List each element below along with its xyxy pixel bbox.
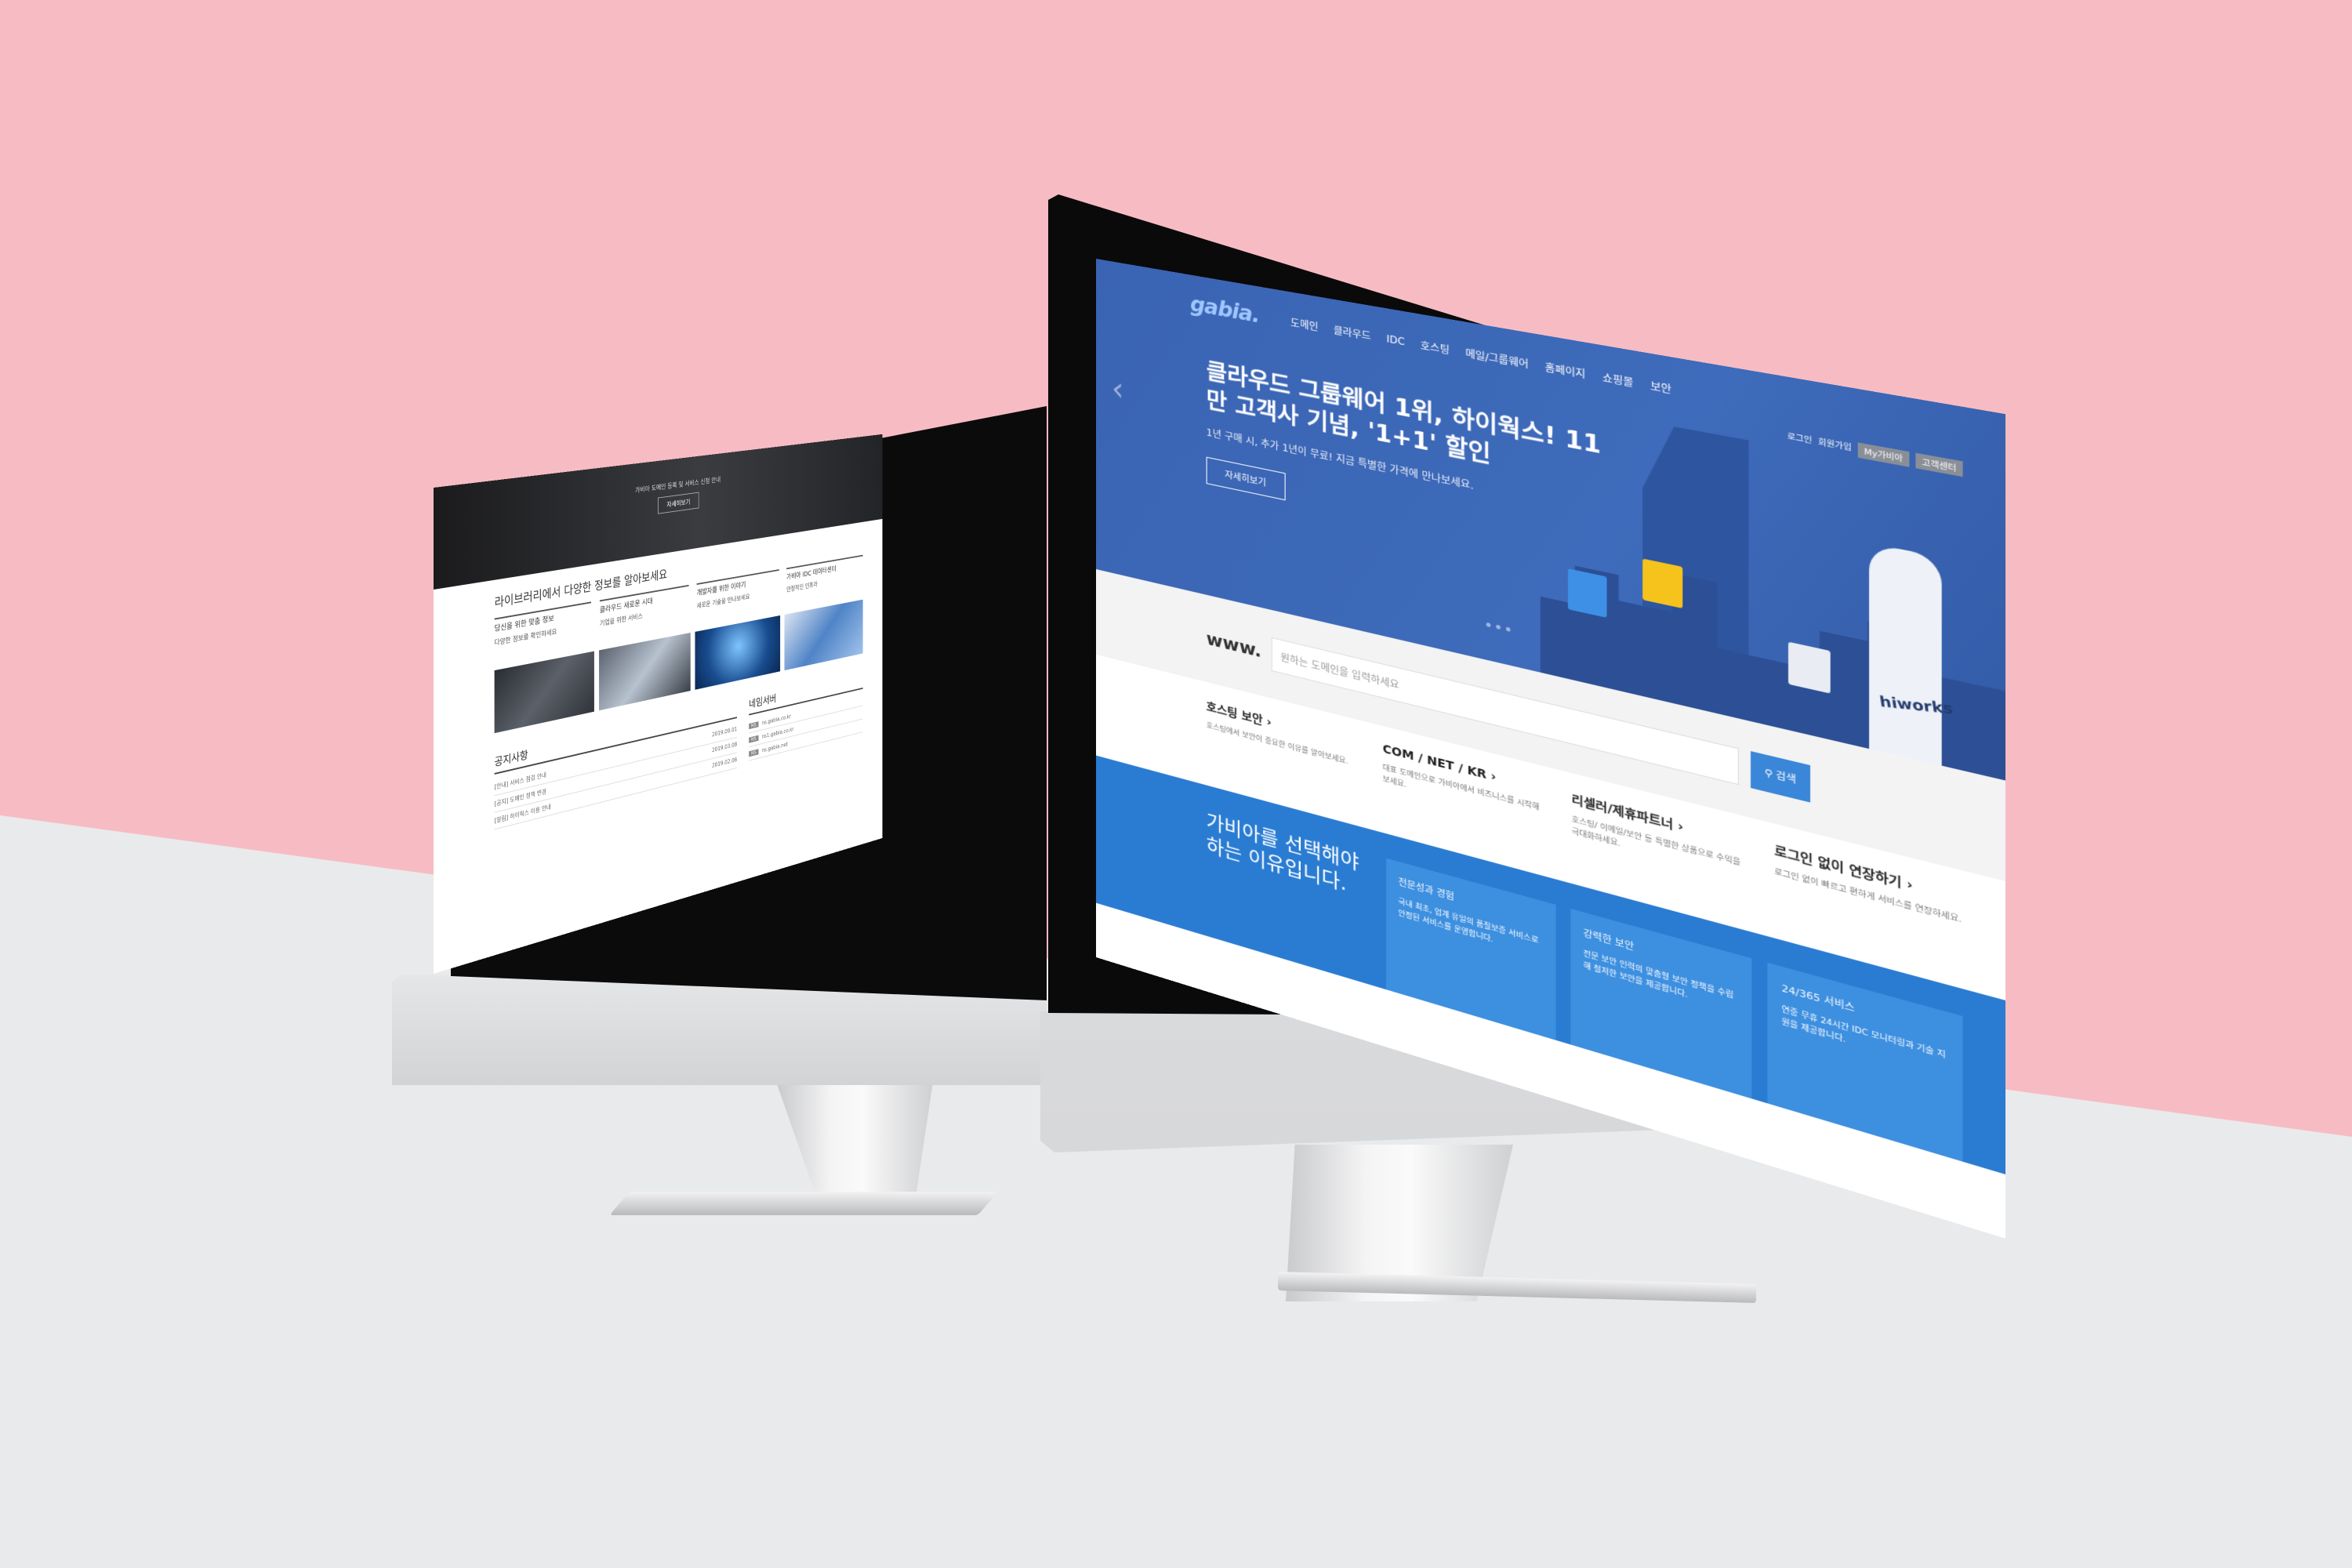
nav-item[interactable]: 호스팅 — [1421, 338, 1450, 358]
library-column[interactable]: 가비아 IDC 데이터센터 안정적인 인프라 — [786, 554, 863, 596]
gabia-logo[interactable]: gabia. — [1190, 292, 1259, 328]
library-column[interactable]: 당신을 위한 맞춤 정보 다양한 정보를 확인하세요 — [494, 601, 591, 649]
nameserver-section: 네임서버 NS ns.gabia.co.kr NS ns1.gabia.co.kr … — [749, 671, 863, 765]
why-card[interactable]: 전문성과 경험 국내 최초, 업계 유일의 품질보증 서비스로 안정된 서비스를… — [1385, 858, 1556, 1040]
ns-tag: NS — [749, 735, 759, 743]
nav-item[interactable]: 도메인 — [1290, 315, 1318, 334]
ns-row-text: ns.gabia.net — [761, 741, 788, 754]
why-title: 가비아를 선택해야 하는 이유입니다. — [1206, 809, 1359, 896]
why-card[interactable]: 24/365 서비스 연중 무휴 24시간 IDC 모니터링과 기술 지원을 제… — [1767, 962, 1963, 1162]
my-gabia-link[interactable]: My가비아 — [1857, 442, 1910, 467]
notice-row-date: 2019.03.08 — [712, 741, 738, 754]
photo-workers[interactable] — [598, 632, 691, 711]
library-column[interactable]: 클라우드 새로운 시대 기업을 위한 서비스 — [599, 584, 689, 630]
person-illustration — [1869, 543, 1942, 766]
shopping-bag-icon — [1642, 558, 1683, 609]
nav-item[interactable]: 클라우드 — [1334, 322, 1371, 343]
shopping-bag-icon — [1567, 568, 1607, 618]
nav-item[interactable]: IDC — [1386, 333, 1404, 348]
left-hero-button[interactable]: 자세히보기 — [658, 492, 699, 514]
prev-arrow-icon[interactable]: ‹ — [1112, 370, 1124, 408]
photo-lobby[interactable] — [784, 599, 863, 671]
notice-row-date: 2019.09.01 — [712, 725, 738, 739]
hero-detail-button[interactable]: 자세히보기 — [1206, 456, 1286, 501]
library-column[interactable]: 개발자를 위한 이야기 새로운 기술을 만나보세요 — [696, 569, 779, 612]
ns-tag: NS — [749, 749, 759, 757]
nav-item[interactable]: 보안 — [1650, 378, 1671, 396]
search-button-label: 검색 — [1776, 769, 1796, 786]
carousel-dots[interactable] — [1486, 622, 1511, 632]
join-link[interactable]: 회원가입 — [1818, 435, 1852, 456]
photo-mail[interactable] — [695, 615, 780, 690]
photo-office[interactable] — [494, 651, 594, 734]
ns-tag: NS — [749, 721, 759, 730]
nav-item[interactable]: 메일/그룹웨어 — [1465, 346, 1529, 371]
support-link[interactable]: 고객센터 — [1915, 452, 1963, 477]
hero-headline: 클라우드 그룹웨어 1위, 하이웍스! 11만 고객사 기념, '1+1' 할인… — [1206, 357, 1606, 568]
why-card[interactable]: 강력한 보안 전문 보안 인력의 맞춤형 보안 정책을 수립해 철저한 보안을 … — [1570, 909, 1752, 1099]
nav-item[interactable]: 홈페이지 — [1545, 360, 1586, 382]
notice-row-date: 2019.02.06 — [712, 756, 738, 769]
login-link[interactable]: 로그인 — [1788, 430, 1813, 449]
search-button[interactable]: ⚲ 검색 — [1750, 751, 1810, 803]
left-foot — [609, 1192, 998, 1215]
nav-item[interactable]: 쇼핑몰 — [1602, 369, 1634, 390]
www-prefix: www. — [1206, 628, 1262, 662]
left-stand — [776, 1082, 933, 1207]
search-icon: ⚲ — [1764, 766, 1777, 782]
